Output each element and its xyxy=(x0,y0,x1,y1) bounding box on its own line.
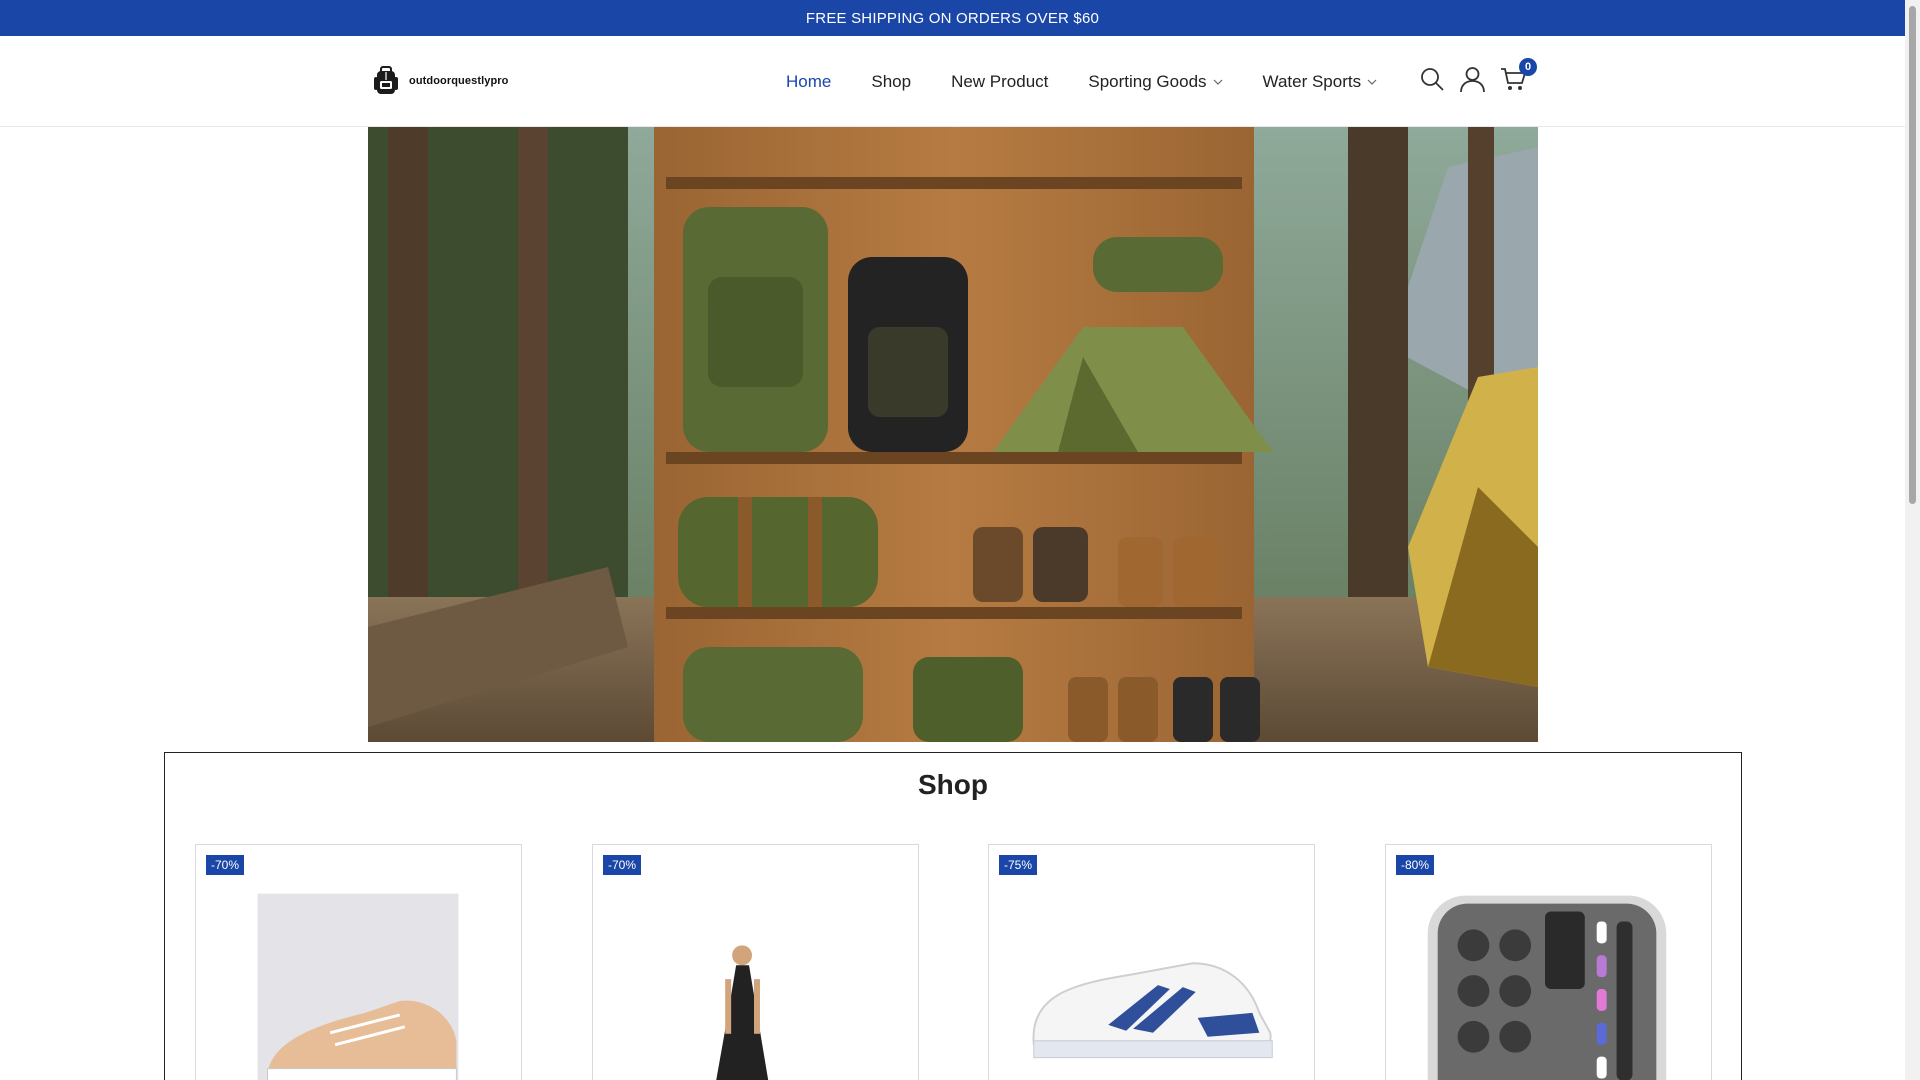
search-button[interactable] xyxy=(1418,64,1445,94)
nav-shop-label: Shop xyxy=(871,71,912,91)
nav-sporting-goods-label: Sporting Goods xyxy=(1088,71,1207,91)
scrollbar-thumb[interactable] xyxy=(1909,6,1916,504)
discount-badge: -80% xyxy=(1396,855,1435,875)
discount-badge: -70% xyxy=(206,855,245,875)
backpack-logo-icon xyxy=(374,66,398,94)
user-icon xyxy=(1460,67,1485,93)
brand-name: outdoorquestlypro xyxy=(409,75,509,87)
discount-badge: -75% xyxy=(999,855,1038,875)
brand-logo[interactable]: outdoorquestlypro xyxy=(373,66,508,96)
cart-count-badge: 0 xyxy=(1519,58,1537,76)
nav-sporting-goods[interactable]: Sporting Goods xyxy=(1088,72,1222,92)
hero-banner[interactable] xyxy=(368,127,1538,742)
header-actions: 0 xyxy=(1418,58,1537,94)
product-card[interactable]: -75% xyxy=(988,844,1315,1080)
product-image xyxy=(716,945,769,1080)
page: FREE SHIPPING ON ORDERS OVER $60 outdoor… xyxy=(0,0,1920,1080)
nav-new-product[interactable]: New Product xyxy=(951,72,1048,92)
nav-new-product-label: New Product xyxy=(951,71,1049,91)
hero-image xyxy=(368,127,1538,742)
main-nav: Home Shop New Product Sporting Goods Wat… xyxy=(786,36,1417,127)
page-scrollbar[interactable] xyxy=(1905,0,1920,1080)
product-card[interactable]: -70% xyxy=(592,844,919,1080)
product-card[interactable]: -80% xyxy=(1385,844,1712,1080)
product-card[interactable]: -70% xyxy=(195,844,522,1080)
discount-badge: -70% xyxy=(603,855,642,875)
cart-button[interactable]: 0 xyxy=(1500,58,1537,94)
search-icon xyxy=(1420,68,1444,91)
chevron-down-icon xyxy=(1213,79,1222,85)
nav-shop[interactable]: Shop xyxy=(871,72,911,92)
site-header: outdoorquestlypro Home Shop New Product … xyxy=(0,36,1905,127)
nav-water-sports[interactable]: Water Sports xyxy=(1263,72,1378,92)
nav-home[interactable]: Home xyxy=(786,72,831,92)
account-button[interactable] xyxy=(1459,64,1486,94)
product-image xyxy=(1032,962,1273,1059)
announcement-text: FREE SHIPPING ON ORDERS OVER $60 xyxy=(805,9,1100,27)
chevron-down-icon xyxy=(1367,79,1377,85)
product-image xyxy=(1427,895,1667,1080)
product-image xyxy=(257,893,459,1080)
section-title: Shop xyxy=(918,769,988,800)
announcement-bar: FREE SHIPPING ON ORDERS OVER $60 xyxy=(0,0,1905,36)
nav-home-label: Home xyxy=(786,71,832,91)
nav-water-sports-label: Water Sports xyxy=(1262,71,1362,91)
shop-section: Shop -70% -70% -75% -80% xyxy=(164,752,1742,1080)
